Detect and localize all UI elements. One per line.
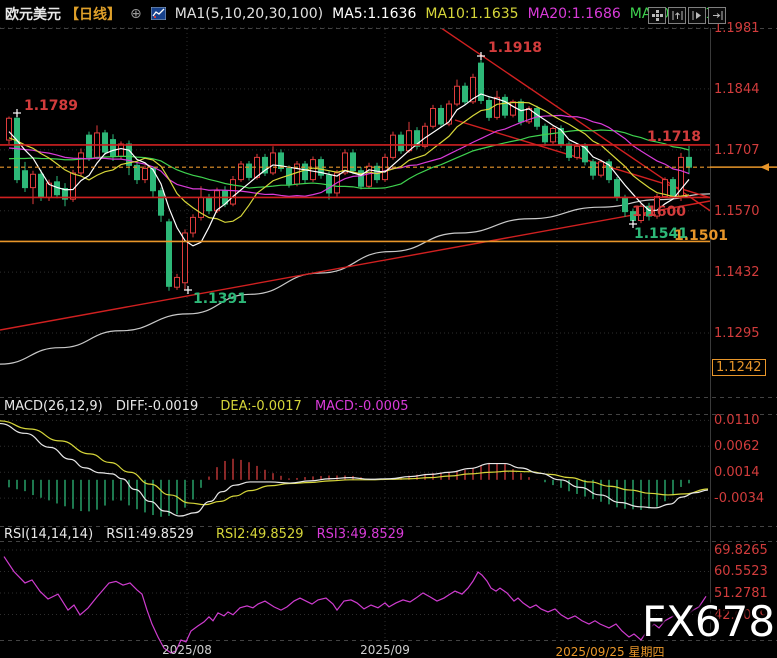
price-axis-label: 1.1570: [714, 204, 760, 219]
link-icon[interactable]: ⊕: [130, 6, 142, 22]
ma5-value: MA5:1.1636: [332, 6, 416, 22]
price-annotation: 1.1718: [647, 129, 701, 145]
macd-params: MACD(26,12,9): [4, 399, 103, 414]
rsi1-value: RSI1:49.8529: [106, 527, 194, 542]
rsi-header: RSI(14,14,14) RSI1:49.8529 RSI2:49.8529 …: [4, 527, 413, 542]
chart-canvas[interactable]: [0, 0, 777, 658]
symbol-name: 欧元美元: [5, 4, 61, 24]
price-annotation: 1.1789: [24, 98, 78, 114]
chart-header: 欧元美元【日线】 ⊕ MA1(5,10,20,30,100) MA5:1.163…: [0, 0, 723, 27]
date-axis-label: 2025/09: [360, 643, 410, 657]
macd-axis-label: 0.0110: [714, 413, 760, 428]
mini-chart-icon[interactable]: [151, 7, 166, 20]
watermark: FX678: [642, 597, 775, 646]
rsi-axis-label: 69.8265: [714, 543, 768, 558]
price-axis-label: 1.1432: [714, 265, 760, 280]
macd-diff-value: DIFF:-0.0019: [116, 399, 198, 414]
chart-app: 欧元美元【日线】 ⊕ MA1(5,10,20,30,100) MA5:1.163…: [0, 0, 777, 658]
move-crosshair-icon[interactable]: [648, 7, 666, 24]
rsi-params: RSI(14,14,14): [4, 527, 93, 542]
y-axis-scale-icon[interactable]: [668, 7, 686, 24]
price-axis-label: 1.1844: [714, 82, 760, 97]
price-axis-label: 1.1295: [714, 326, 760, 341]
period-label[interactable]: 【日线】: [65, 4, 121, 24]
price-annotation: 1.1918: [488, 40, 542, 56]
macd-dea-value: DEA:-0.0017: [220, 399, 301, 414]
price-annotation: 1.1501: [674, 228, 728, 244]
ma-settings-label[interactable]: MA1(5,10,20,30,100): [175, 6, 323, 22]
auto-scroll-icon[interactable]: [688, 7, 706, 24]
price-annotation: 1.1391: [193, 291, 247, 307]
ma20-value: MA20:1.1686: [528, 6, 621, 22]
rsi2-value: RSI2:49.8529: [216, 527, 304, 542]
rsi3-value: RSI3:49.8529: [317, 527, 405, 542]
price-axis-min-label: 1.1242: [712, 359, 766, 376]
macd-axis-label: -0.0034: [714, 491, 764, 506]
date-axis-label: 2025/08: [162, 643, 212, 657]
collapse-right-icon[interactable]: [708, 7, 726, 24]
rsi-axis-label: 60.5523: [714, 564, 768, 579]
macd-axis-label: 0.0014: [714, 465, 760, 480]
ma10-value: MA10:1.1635: [425, 6, 518, 22]
price-axis-label: 1.1707: [714, 143, 760, 158]
price-annotation: 1.1600: [632, 204, 686, 220]
macd-axis-label: 0.0062: [714, 439, 760, 454]
chart-toolbar: [648, 7, 726, 24]
macd-header: MACD(26,12,9) DIFF:-0.0019 DEA:-0.0017 M…: [4, 399, 418, 414]
macd-macd-value: MACD:-0.0005: [315, 399, 409, 414]
